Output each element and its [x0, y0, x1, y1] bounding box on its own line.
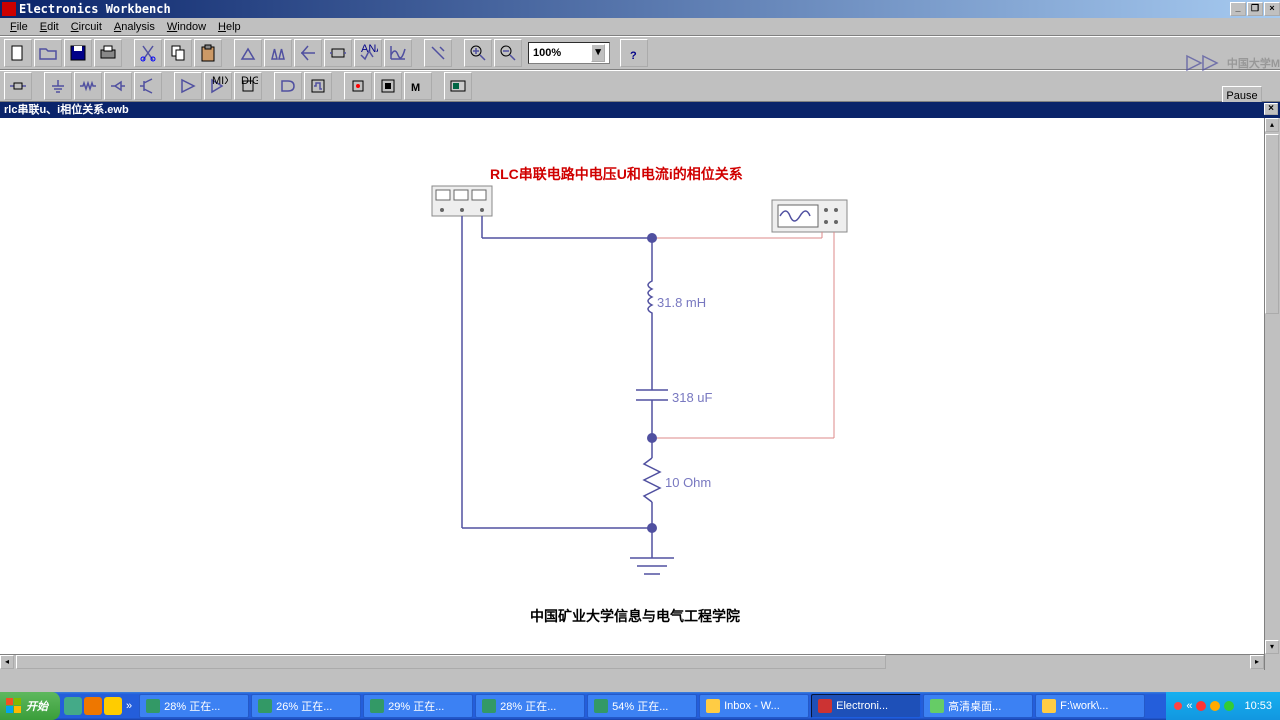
diode-palette[interactable]: [104, 72, 132, 100]
taskbar-item-5[interactable]: Inbox - W...: [699, 694, 809, 718]
taskbar-item-7[interactable]: 高清桌面...: [923, 694, 1033, 718]
document-title: rlc串联u、i相位关系.ewb: [4, 104, 129, 116]
menu-circuit[interactable]: Circuit: [65, 20, 108, 34]
svg-text:MIXED: MIXED: [212, 76, 228, 87]
tray-icon[interactable]: [1174, 702, 1182, 710]
quick-launch-folder-icon[interactable]: [104, 697, 122, 715]
vertical-scrollbar[interactable]: ▴ ▾: [1264, 118, 1280, 670]
minimize-button[interactable]: _: [1230, 2, 1246, 16]
graph-button[interactable]: [384, 39, 412, 67]
function-generator-icon[interactable]: [432, 186, 492, 216]
oscilloscope-icon[interactable]: [772, 200, 847, 232]
document-close-button[interactable]: ×: [1264, 103, 1278, 115]
window-titlebar: Electronics Workbench _ ❐ ×: [0, 0, 1280, 18]
transistor-palette[interactable]: [134, 72, 162, 100]
taskbar-item-1[interactable]: 26% 正在...: [251, 694, 361, 718]
flip-v-button[interactable]: [294, 39, 322, 67]
zoom-select[interactable]: 100%▾: [528, 42, 610, 64]
clock[interactable]: 10:53: [1244, 700, 1272, 712]
save-button[interactable]: [64, 39, 92, 67]
menu-analysis[interactable]: Analysis: [108, 20, 161, 34]
document-titlebar: rlc串联u、i相位关系.ewb ×: [0, 102, 1280, 118]
new-button[interactable]: [4, 39, 32, 67]
maximize-button[interactable]: ❐: [1247, 2, 1263, 16]
circuit-canvas[interactable]: RLC串联电路中电压U和电流i的相位关系 中国矿业大学信息与电气工程学院 31.…: [0, 118, 1280, 670]
taskbar-item-2[interactable]: 29% 正在...: [363, 694, 473, 718]
taskbar-item-0[interactable]: 28% 正在...: [139, 694, 249, 718]
svg-text:M: M: [411, 82, 420, 94]
open-button[interactable]: [34, 39, 62, 67]
taskbar-item-8[interactable]: F:\work\...: [1035, 694, 1145, 718]
misc-palette[interactable]: M: [404, 72, 432, 100]
horizontal-scrollbar[interactable]: ◂ ▸: [0, 654, 1264, 670]
flip-h-button[interactable]: [264, 39, 292, 67]
paste-button[interactable]: [194, 39, 222, 67]
logic-gate-palette[interactable]: [274, 72, 302, 100]
resistor-palette[interactable]: [74, 72, 102, 100]
taskbar-item-4[interactable]: 54% 正在...: [587, 694, 697, 718]
rotate-button[interactable]: [234, 39, 262, 67]
watermark: 中国大学M: [1185, 50, 1280, 76]
quick-launch-expand-icon[interactable]: »: [124, 700, 134, 712]
menu-help[interactable]: Help: [212, 20, 247, 34]
circuit-svg: [0, 118, 1260, 658]
close-button[interactable]: ×: [1264, 2, 1280, 16]
svg-text:?: ?: [630, 50, 637, 62]
taskbar: 开始 » 28% 正在... 26% 正在... 29% 正在... 28% 正…: [0, 692, 1280, 720]
menu-bar: File Edit Circuit Analysis Window Help: [0, 18, 1280, 36]
print-button[interactable]: [94, 39, 122, 67]
menu-window[interactable]: Window: [161, 20, 212, 34]
taskbar-item-3[interactable]: 28% 正在...: [475, 694, 585, 718]
tray-icon-4[interactable]: [1224, 701, 1234, 711]
zoom-in-button[interactable]: [464, 39, 492, 67]
tray-icon-2[interactable]: [1196, 701, 1206, 711]
digital-ic-palette[interactable]: DIGIT: [234, 72, 262, 100]
app-icon: [2, 2, 16, 16]
help-button[interactable]: ?: [620, 39, 648, 67]
tray-icon-3[interactable]: [1210, 701, 1220, 711]
menu-edit[interactable]: Edit: [34, 20, 65, 34]
main-toolbar: ANA 100%▾ ?: [0, 36, 1280, 70]
copy-button[interactable]: [164, 39, 192, 67]
app-title: Electronics Workbench: [19, 2, 1229, 16]
mixed-ic-palette[interactable]: MIXED: [204, 72, 232, 100]
instruments-palette[interactable]: [444, 72, 472, 100]
component-props-button[interactable]: [424, 39, 452, 67]
svg-text:DIGIT: DIGIT: [241, 76, 258, 87]
subcircuit-button[interactable]: [324, 39, 352, 67]
digital-palette[interactable]: [304, 72, 332, 100]
component-toolbar: MIXED DIGIT M: [0, 70, 1280, 102]
analysis-button[interactable]: ANA: [354, 39, 382, 67]
ground-palette[interactable]: [44, 72, 72, 100]
analog-ic-palette[interactable]: [174, 72, 202, 100]
svg-text:ANA: ANA: [361, 43, 378, 55]
quick-launch-firefox-icon[interactable]: [84, 697, 102, 715]
menu-file[interactable]: File: [4, 20, 34, 34]
zoom-out-button[interactable]: [494, 39, 522, 67]
quick-launch-ie-icon[interactable]: [64, 697, 82, 715]
tray-expand-icon[interactable]: «: [1186, 700, 1192, 712]
cut-button[interactable]: [134, 39, 162, 67]
controls-palette[interactable]: [374, 72, 402, 100]
taskbar-item-6[interactable]: Electroni...: [811, 694, 921, 718]
indicator-palette[interactable]: [344, 72, 372, 100]
start-button[interactable]: 开始: [0, 692, 60, 720]
system-tray[interactable]: « 10:53: [1166, 692, 1280, 720]
quick-launch: »: [60, 697, 138, 715]
sources-palette[interactable]: [4, 72, 32, 100]
